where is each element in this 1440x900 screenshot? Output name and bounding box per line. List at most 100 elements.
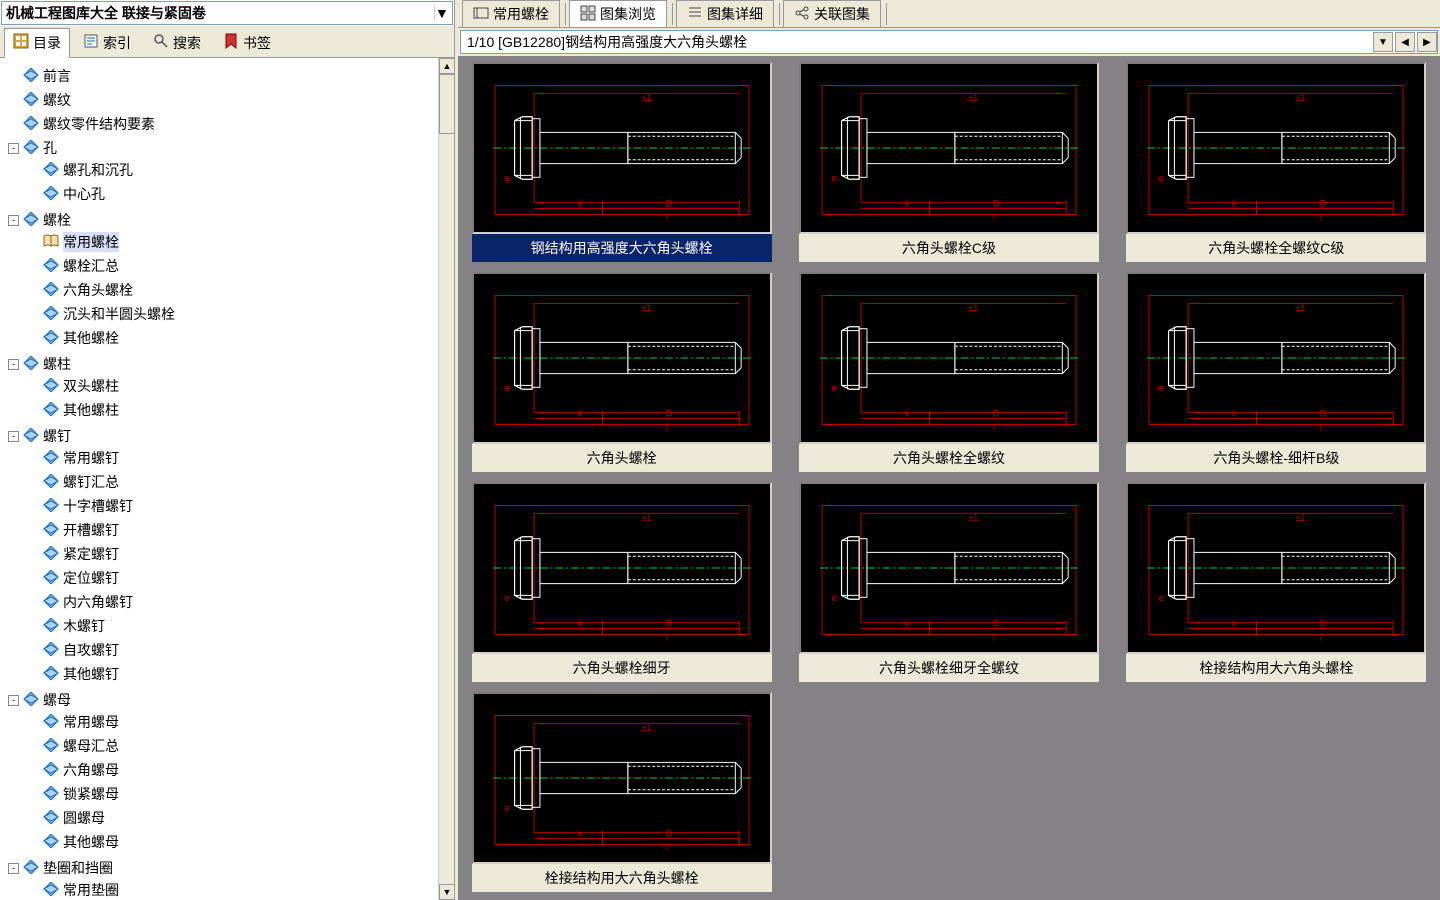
expand-collapse-button[interactable]: - (8, 215, 19, 226)
tree-node[interactable]: -孔 (8, 138, 452, 158)
view-tab-related[interactable]: 关联图集 (783, 0, 881, 27)
node-label: 孔 (43, 138, 57, 158)
tree-node[interactable]: -螺柱 (8, 354, 452, 374)
prev-button[interactable]: ◀ (1395, 32, 1415, 52)
node-icon (23, 116, 39, 133)
tree-node[interactable]: -螺栓 (8, 210, 452, 230)
view-tab-browse[interactable]: 图集浏览 (569, 0, 667, 27)
left-tab-dir[interactable]: 目录 (4, 28, 70, 58)
tree-scrollbar[interactable]: ▲ ▼ (438, 58, 454, 900)
node-label: 螺纹 (43, 90, 71, 110)
svg-text:D: D (666, 619, 672, 629)
tree-node[interactable]: 紧定螺钉 (28, 544, 452, 564)
tree-node[interactable]: 其他螺栓 (28, 328, 452, 348)
tree-node[interactable]: 其他螺钉 (28, 664, 452, 684)
tab-label: 常用螺栓 (493, 4, 549, 24)
scroll-down-button[interactable]: ▼ (439, 884, 454, 900)
tree-node[interactable]: 十字槽螺钉 (28, 496, 452, 516)
node-label: 圆螺母 (63, 808, 105, 828)
node-label: 其他螺母 (63, 832, 119, 852)
node-icon (43, 282, 59, 299)
next-button[interactable]: ▶ (1417, 32, 1437, 52)
gallery-item[interactable]: ±1 D k l e 六角头螺栓细牙全螺纹 (789, 482, 1108, 682)
tree-node[interactable]: 螺纹 (8, 90, 452, 110)
thumbnail-frame[interactable]: ±1 D k l e (799, 62, 1099, 234)
svg-text:e: e (1159, 593, 1164, 603)
expand-collapse-button[interactable]: - (8, 143, 19, 154)
tree-node[interactable]: 螺母汇总 (28, 736, 452, 756)
library-selector[interactable]: 机械工程图库大全 联接与紧固卷 ▼ (1, 1, 453, 25)
scroll-thumb[interactable] (439, 74, 454, 134)
expand-collapse-button[interactable]: - (8, 695, 19, 706)
node-icon (23, 92, 39, 109)
thumbnail-frame[interactable]: ±1 D k l e (472, 62, 772, 234)
tree-node[interactable]: 螺钉汇总 (28, 472, 452, 492)
tree-node[interactable]: 中心孔 (28, 184, 452, 204)
thumbnail-frame[interactable]: ±1 D k l e (1126, 482, 1426, 654)
tree-node[interactable]: 常用螺栓 (28, 232, 452, 252)
thumbnail-caption: 六角头螺栓细牙 (472, 654, 772, 682)
tree-node[interactable]: 其他螺柱 (28, 400, 452, 420)
thumbnail-frame[interactable]: ±1 D k l e (472, 482, 772, 654)
tree-node[interactable]: 螺孔和沉孔 (28, 160, 452, 180)
tree-node[interactable]: -螺母 (8, 690, 452, 710)
thumbnail-frame[interactable]: ±1 D k l e (1126, 62, 1426, 234)
gallery-item[interactable]: ±1 D k l e 栓接结构用大六角头螺栓 (462, 692, 781, 892)
tree-node[interactable]: 常用螺母 (28, 712, 452, 732)
node-icon (23, 356, 39, 373)
left-tab-bookmark[interactable]: 书签 (214, 28, 280, 58)
view-tab-detail[interactable]: 图集详细 (676, 0, 774, 27)
tree-node[interactable]: 圆螺母 (28, 808, 452, 828)
tree-node[interactable]: 双头螺柱 (28, 376, 452, 396)
node-label: 双头螺柱 (63, 376, 119, 396)
gallery-item[interactable]: ±1 D k l e 六角头螺栓 (462, 272, 781, 472)
tree-node[interactable]: 内六角螺钉 (28, 592, 452, 612)
left-tab-index[interactable]: 索引 (74, 28, 140, 58)
tree-area[interactable]: 前言螺纹螺纹零件结构要素-孔螺孔和沉孔中心孔-螺栓常用螺栓螺栓汇总六角头螺栓沉头… (0, 58, 454, 900)
node-icon (43, 186, 59, 203)
tree-node[interactable]: 开槽螺钉 (28, 520, 452, 540)
right-tab-bar: 常用螺栓图集浏览图集详细关联图集 (458, 0, 1440, 28)
tree-node[interactable]: -螺钉 (8, 426, 452, 446)
tree-node[interactable]: 前言 (8, 66, 452, 86)
scroll-up-button[interactable]: ▲ (439, 58, 454, 74)
thumbnail-frame[interactable]: ±1 D k l e (472, 272, 772, 444)
expand-collapse-button[interactable]: - (8, 431, 19, 442)
left-tab-search[interactable]: 搜索 (144, 28, 210, 58)
thumbnail-gallery[interactable]: ±1 D k l e 钢结构用高强度大六角头螺栓 ±1 (458, 56, 1440, 900)
tree-node[interactable]: 木螺钉 (28, 616, 452, 636)
expand-collapse-button[interactable]: - (8, 863, 19, 874)
tree-node[interactable]: 常用螺钉 (28, 448, 452, 468)
tree-node[interactable]: -垫圈和挡圈 (8, 858, 452, 878)
tree-node[interactable]: 定位螺钉 (28, 568, 452, 588)
tree-node[interactable]: 螺栓汇总 (28, 256, 452, 276)
gallery-item[interactable]: ±1 D k l e 钢结构用高强度大六角头螺栓 (462, 62, 781, 262)
gallery-item[interactable]: ±1 D k l e 六角头螺栓全螺纹C级 (1117, 62, 1436, 262)
node-label: 螺孔和沉孔 (63, 160, 133, 180)
gallery-item[interactable]: ±1 D k l e 六角头螺栓C级 (789, 62, 1108, 262)
dropdown-arrow-icon[interactable]: ▼ (434, 5, 448, 21)
tree-node[interactable]: 六角螺母 (28, 760, 452, 780)
thumbnail-frame[interactable]: ±1 D k l e (1126, 272, 1426, 444)
gallery-item[interactable]: ±1 D k l e 六角头螺栓-细杆B级 (1117, 272, 1436, 472)
thumbnail-frame[interactable]: ±1 D k l e (799, 482, 1099, 654)
tree-node[interactable]: 常用垫圈 (28, 880, 452, 900)
svg-text:l: l (1320, 632, 1322, 642)
thumbnail-frame[interactable]: ±1 D k l e (799, 272, 1099, 444)
path-dropdown-button[interactable]: ▼ (1373, 32, 1393, 52)
expand-collapse-button[interactable]: - (8, 359, 19, 370)
svg-text:e: e (1159, 383, 1164, 393)
view-tab-common[interactable]: 常用螺栓 (462, 0, 560, 27)
tree-node[interactable]: 自攻螺钉 (28, 640, 452, 660)
gallery-item[interactable]: ±1 D k l e 六角头螺栓全螺纹 (789, 272, 1108, 472)
gallery-item[interactable]: ±1 D k l e 六角头螺栓细牙 (462, 482, 781, 682)
tree-node[interactable]: 其他螺母 (28, 832, 452, 852)
expander-spacer (28, 309, 39, 320)
tree-node[interactable]: 六角头螺栓 (28, 280, 452, 300)
node-icon (43, 762, 59, 779)
gallery-item[interactable]: ±1 D k l e 栓接结构用大六角头螺栓 (1117, 482, 1436, 682)
tree-node[interactable]: 沉头和半圆头螺栓 (28, 304, 452, 324)
tree-node[interactable]: 锁紧螺母 (28, 784, 452, 804)
tree-node[interactable]: 螺纹零件结构要素 (8, 114, 452, 134)
thumbnail-frame[interactable]: ±1 D k l e (472, 692, 772, 864)
